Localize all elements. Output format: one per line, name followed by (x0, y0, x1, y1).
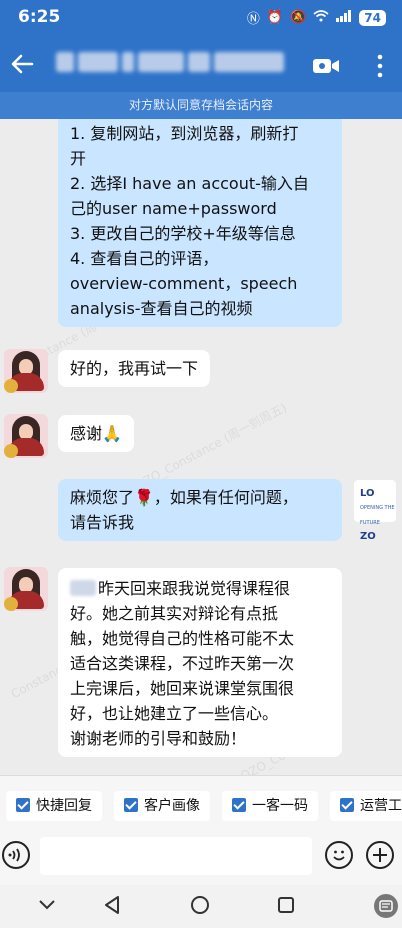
plus-icon[interactable] (366, 841, 394, 869)
message-bubble-received[interactable]: 昨天回来跟我说觉得课程很 好。她之前其实对辩论有点抵 触，她觉得自己的性格可能不… (58, 568, 342, 757)
clock: 6:25 (18, 7, 61, 27)
nav-recents-icon[interactable] (277, 896, 295, 914)
operations-tab[interactable]: 运营工 (330, 791, 402, 821)
message-bubble-sent[interactable]: 1. 复制网站，到浏览器，刷新打 开 2. 选择I have an accout… (58, 119, 342, 327)
alarm-icon: ⏰ (266, 10, 284, 25)
input-bar (0, 835, 402, 885)
tab-label: 运营工 (360, 798, 402, 814)
message-input[interactable] (40, 837, 312, 875)
video-call-icon[interactable] (312, 56, 340, 76)
message-line: overview-comment，speech (70, 274, 298, 293)
checkbox-icon (124, 798, 138, 812)
signal-icon (336, 9, 352, 26)
redacted-name (70, 580, 96, 596)
message-text: 好的，我再试一下 (70, 359, 199, 378)
message-line: 2. 选择I have an accout-输入自 (70, 174, 309, 193)
checkbox-icon (16, 798, 30, 812)
message-bubble-sent[interactable]: 麻烦您了🌹，如果有任何问题， 请告诉我 (58, 479, 342, 541)
wifi-icon (313, 9, 329, 26)
message-line: 触，她觉得自己的性格可能不太 (70, 629, 295, 648)
checkbox-icon (232, 798, 246, 812)
message-line: 3. 更改自己的学校+年级等信息 (70, 224, 296, 243)
message-line: 谢谢老师的引导和鼓励！ (70, 729, 247, 748)
checkbox-icon (340, 798, 354, 812)
chat-area[interactable]: Constance (周一到周五)LOZO0056 LOZO_Constance… (0, 119, 402, 775)
one-customer-one-code-tab[interactable]: 一客一码 (222, 791, 318, 821)
mute-icon: 🔕 (290, 10, 307, 25)
logo-text: ZO (360, 531, 376, 542)
message-line: 昨天回来跟我说觉得课程很 (70, 576, 330, 601)
message-text: 感谢🙏 (70, 424, 122, 443)
emoji-icon[interactable] (325, 841, 353, 869)
system-nav-bar (0, 885, 402, 928)
message-line: 麻烦您了🌹，如果有任何问题， (70, 488, 298, 507)
quick-reply-tab[interactable]: 快捷回复 (6, 791, 102, 821)
avatar[interactable] (4, 349, 48, 393)
archive-notice: 对方默认同意存档会话内容 (0, 92, 402, 119)
message-line: 1. 复制网站，到浏览器，刷新打 (70, 124, 299, 143)
message-line: analysis-查看自己的视频 (70, 299, 253, 318)
quick-tools-bar: 快捷回复 客户画像 一客一码 运营工 (0, 775, 402, 835)
tab-label: 快捷回复 (36, 798, 92, 814)
tab-label: 客户画像 (144, 798, 200, 814)
battery-icon: 74 (359, 9, 386, 26)
message-line: 好，也让她建立了一些信心。 (70, 704, 279, 723)
voice-input-icon[interactable] (2, 841, 30, 869)
nav-home-icon[interactable] (190, 895, 210, 915)
message-bubble-received[interactable]: 感谢🙏 (58, 415, 134, 452)
chat-header (0, 38, 402, 92)
message-line: 适合这类课程，不过昨天第一次 (70, 654, 295, 673)
top-bar: 6:25 Ⓝ ⏰ 🔕 74 (0, 0, 402, 92)
chevron-down-icon[interactable] (38, 899, 56, 911)
message-line-text: 昨天回来跟我说觉得课程很 (98, 579, 291, 598)
status-icons: Ⓝ ⏰ 🔕 74 (247, 8, 386, 27)
logo-text: LO (360, 488, 375, 499)
avatar[interactable] (4, 567, 48, 611)
customer-profile-tab[interactable]: 客户画像 (114, 791, 210, 821)
assistant-icon[interactable] (374, 894, 398, 918)
message-line: 4. 查看自己的评语， (70, 249, 219, 268)
message-line: 己的user name+password (70, 199, 277, 218)
avatar[interactable] (4, 414, 48, 458)
message-line: 请告诉我 (70, 513, 135, 532)
message-line: 开 (70, 149, 87, 168)
nfc-icon: Ⓝ (246, 12, 260, 27)
logo-tagline: OPENING THE FUTURE (360, 505, 395, 526)
more-options-icon[interactable] (370, 52, 390, 80)
chat-title-blurred (56, 52, 286, 78)
tab-label: 一客一码 (252, 798, 308, 814)
message-line: 好。她之前其实对辩论有点抵 (70, 604, 279, 623)
message-bubble-received[interactable]: 好的，我再试一下 (58, 350, 211, 387)
message-line: 上完课后，她回来说课堂氛围很 (70, 679, 295, 698)
nav-back-icon[interactable] (103, 895, 121, 915)
status-bar: 6:25 Ⓝ ⏰ 🔕 74 (0, 0, 402, 36)
lozo-logo-avatar[interactable]: LO OPENING THE FUTURE ZO (354, 480, 396, 542)
back-arrow-icon[interactable] (6, 48, 38, 80)
